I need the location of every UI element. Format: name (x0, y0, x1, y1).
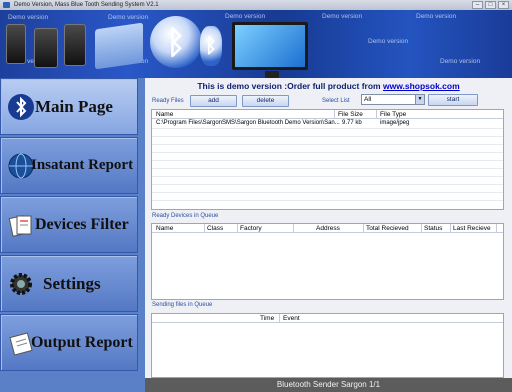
banner-watermark: Demo version (440, 58, 481, 65)
ready-devices-label: Ready Devices in Queue (152, 213, 219, 219)
column-header: File Size (338, 111, 363, 118)
app-icon (3, 2, 10, 8)
start-button[interactable]: start (428, 94, 478, 106)
documents-icon (8, 215, 32, 237)
minimize-button[interactable]: – (472, 1, 483, 9)
status-text: Bluetooth Sender Sargon 1/1 (276, 380, 381, 389)
nav-label: Insatant Report (31, 157, 134, 173)
column-header: Status (424, 225, 443, 232)
select-list-label: Select List (322, 98, 350, 104)
monitor-image (232, 22, 308, 78)
nav-label: Devices Filter (35, 215, 129, 233)
column-header: File Type (380, 111, 407, 118)
demo-notice: This is demo version :Order full product… (145, 81, 512, 91)
sending-files-table[interactable]: Time Event (151, 313, 504, 378)
file-type-cell: image/jpeg (380, 120, 410, 126)
nav-instant-report[interactable]: Insatant Report (0, 137, 138, 194)
phone-image (34, 28, 58, 68)
table-header: Name File Size File Type (152, 110, 503, 119)
column-header: Time (260, 315, 275, 322)
nav-label: Main Page (35, 96, 113, 116)
title-bar: Demo Version, Mass Blue Tooth Sending Sy… (0, 0, 512, 10)
phone-image (64, 24, 86, 66)
bluetooth-icon (8, 94, 34, 120)
nav-label: Output Report (31, 333, 133, 351)
status-bar: Bluetooth Sender Sargon 1/1 (145, 378, 512, 392)
column-header: Last Recieve (453, 225, 491, 232)
column-header: Event (283, 315, 300, 322)
table-row[interactable]: C:\Program Files\SargonSMS\Sargon Blueto… (152, 120, 503, 128)
nav-settings[interactable]: Settings (0, 255, 138, 312)
nav-output-report[interactable]: Output Report (0, 314, 138, 371)
window-title: Demo Version, Mass Blue Tooth Sending Sy… (14, 2, 159, 8)
delete-button[interactable]: delete (242, 95, 289, 107)
bluetooth-logo-icon: ᛒ (150, 16, 202, 68)
bluetooth-logo-icon: ᛒ (200, 26, 222, 66)
sending-files-label: Sending files in Queue (152, 302, 213, 308)
nav-main-page[interactable]: Main Page (0, 78, 138, 135)
window-controls: – □ × (472, 1, 509, 9)
select-list-dropdown[interactable]: All ▼ (361, 94, 425, 105)
banner-watermark: Demo version (416, 13, 457, 20)
ready-files-label: Ready Files (152, 98, 184, 104)
close-button[interactable]: × (498, 1, 509, 9)
table-header: Name Class Factory Address Total Recieve… (152, 224, 503, 233)
column-header: Address (316, 225, 340, 232)
column-header: Factory (240, 225, 262, 232)
column-header: Name (156, 225, 174, 232)
banner-watermark: Demo version (8, 14, 49, 21)
shop-link[interactable]: www.shopsok.com (383, 81, 460, 91)
column-header: Class (207, 225, 224, 232)
nav-devices-filter[interactable]: Devices Filter (0, 196, 138, 253)
banner-watermark: Demo version (108, 14, 149, 21)
ready-devices-table[interactable]: Name Class Factory Address Total Recieve… (151, 223, 504, 300)
header-banner: Demo version Demo version Demo version D… (0, 10, 512, 78)
demo-text: This is demo version :Order full product… (197, 81, 381, 91)
banner-watermark: Demo version (368, 38, 409, 45)
select-list-value: All (364, 96, 372, 103)
column-header: Name (156, 111, 174, 118)
file-size-cell: 9.77 kb (342, 120, 362, 126)
file-name-cell: C:\Program Files\SargonSMS\Sargon Blueto… (156, 120, 340, 126)
main-panel: This is demo version :Order full product… (145, 78, 512, 378)
add-button[interactable]: add (190, 95, 237, 107)
banner-watermark: Demo version (322, 13, 363, 20)
column-header: Total Recieved (366, 225, 409, 232)
gear-icon (10, 273, 32, 295)
phone-image (6, 24, 26, 64)
banner-watermark: Demo version (225, 13, 266, 20)
sidebar: Main Page Insatant Report Devices Filter… (0, 78, 145, 392)
folder-image (95, 22, 143, 70)
nav-label: Settings (43, 273, 101, 293)
maximize-button[interactable]: □ (485, 1, 496, 9)
ready-files-table[interactable]: Name File Size File Type C:\Program File… (151, 109, 504, 210)
table-header: Time Event (152, 314, 503, 323)
chevron-down-icon[interactable]: ▼ (415, 95, 424, 104)
